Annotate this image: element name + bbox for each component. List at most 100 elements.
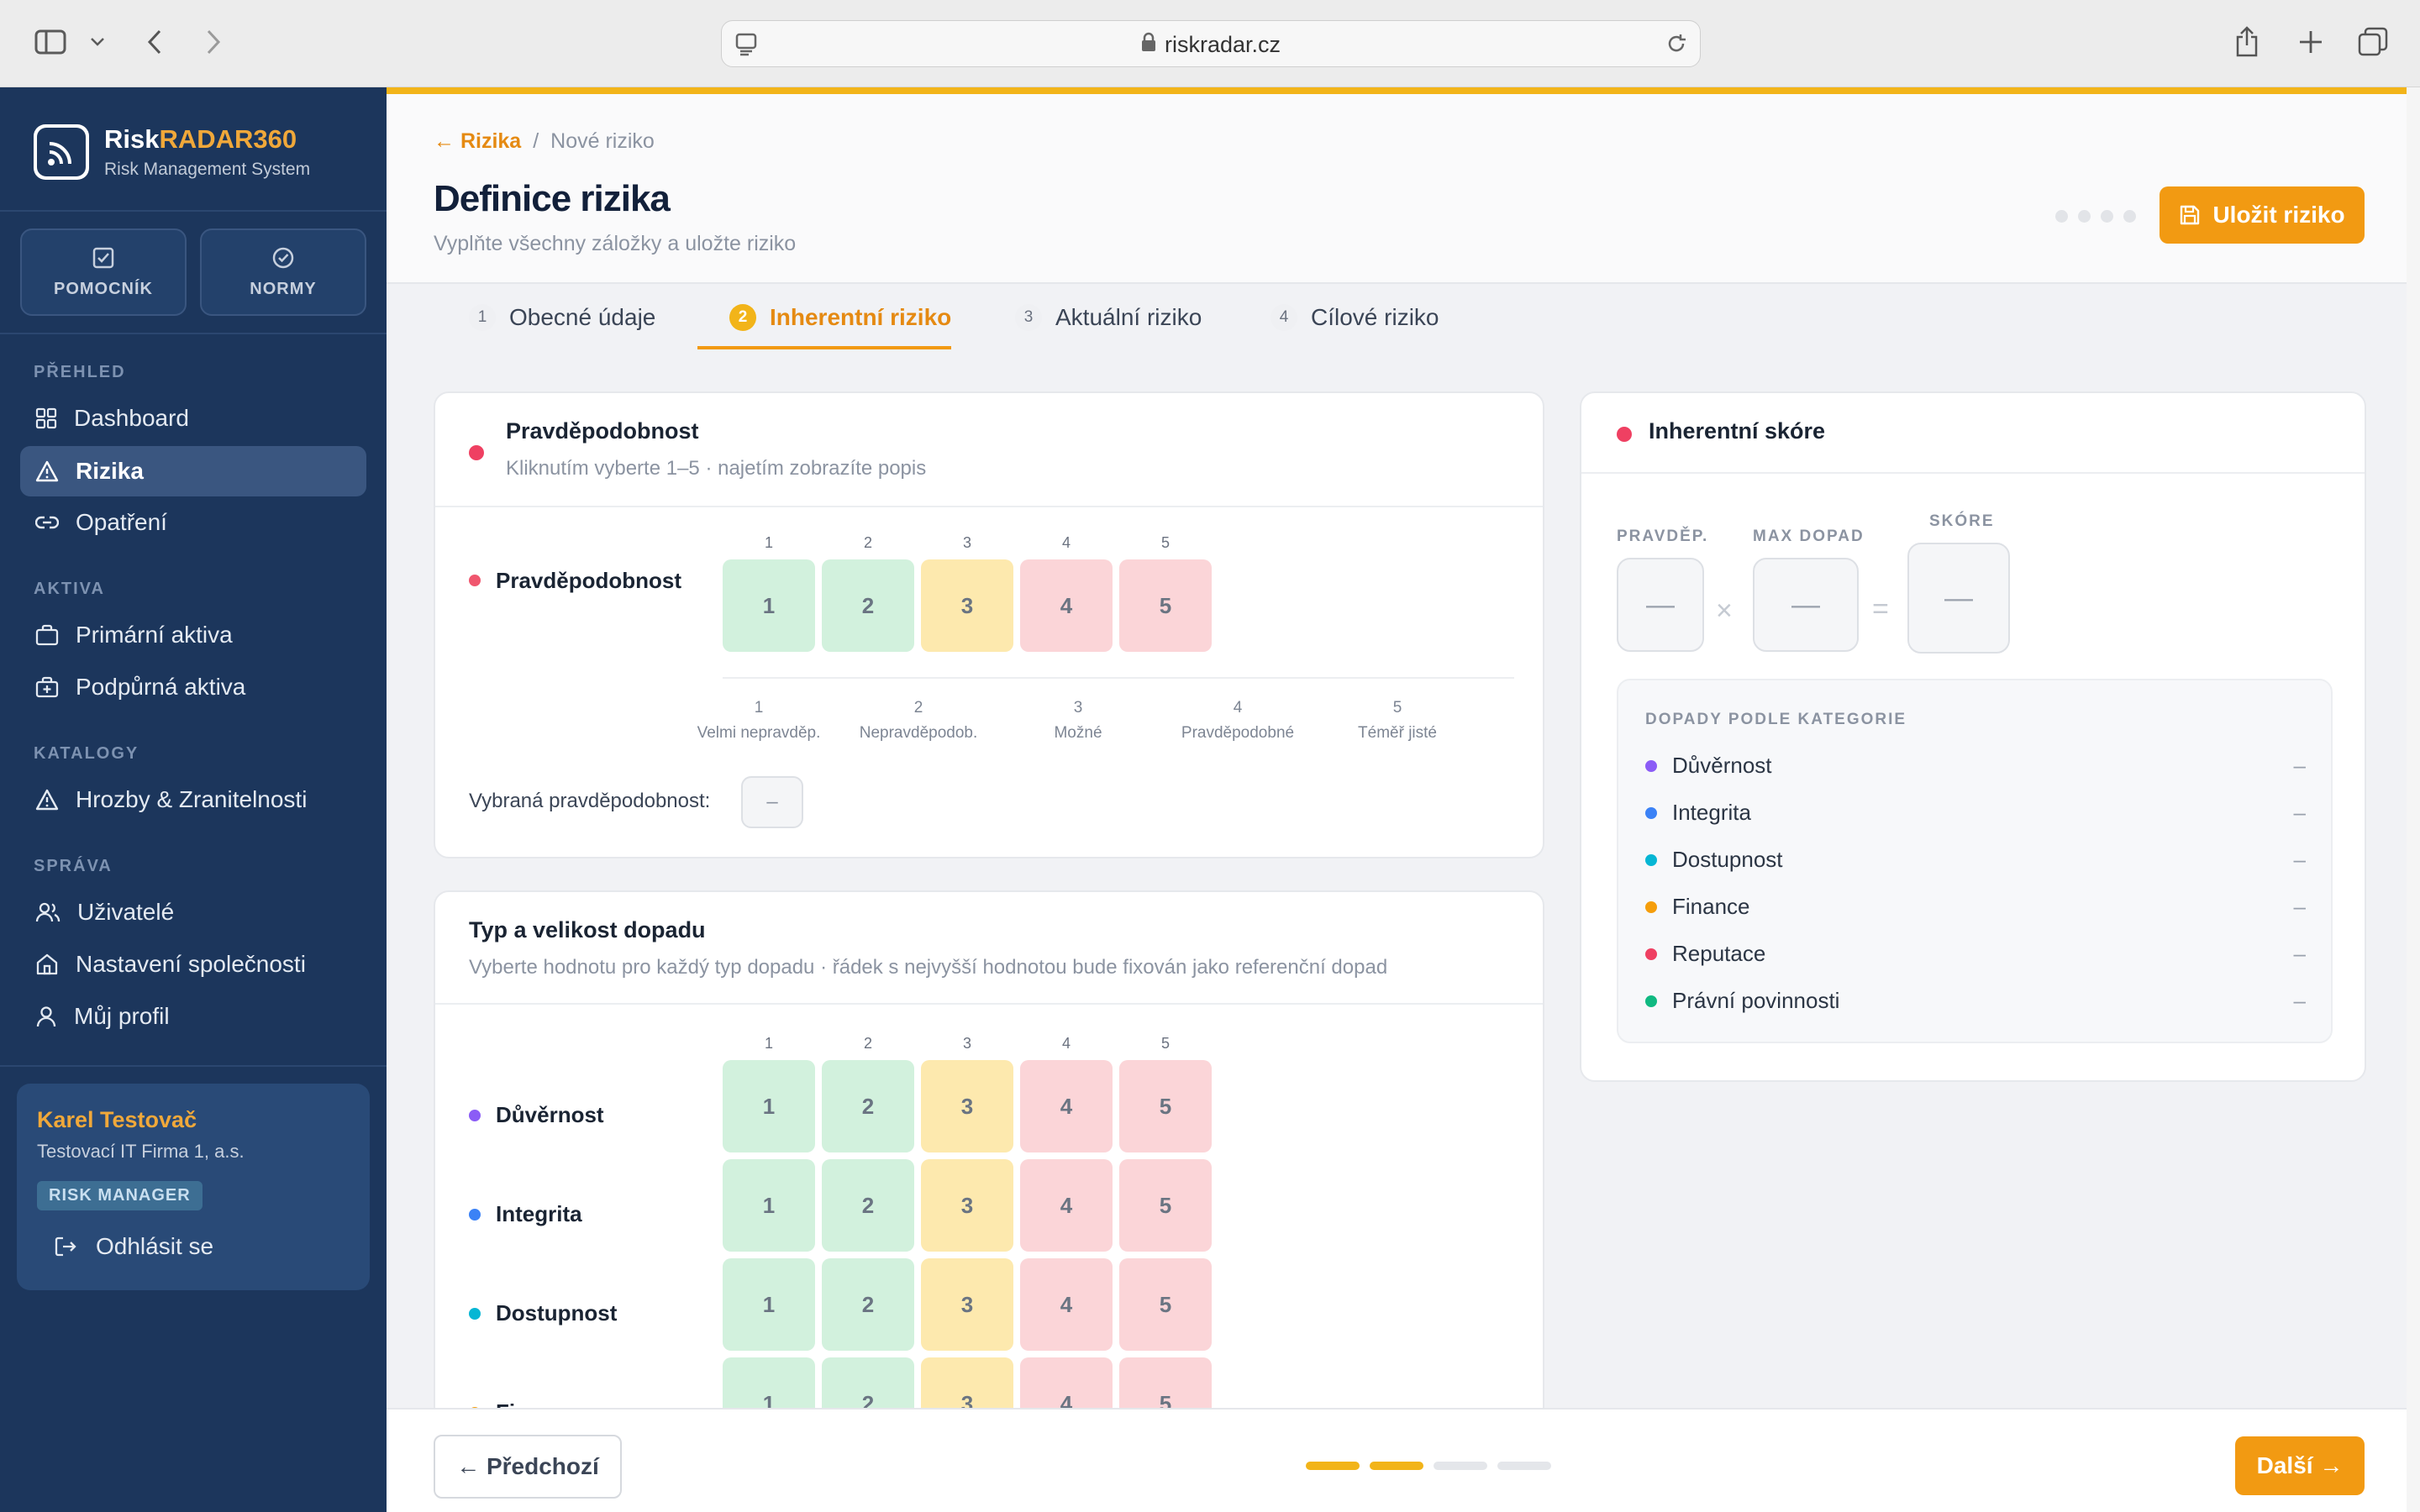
- impact-option[interactable]: 4: [1020, 1060, 1113, 1152]
- probability-subtitle: Kliknutím vyberte 1–5 · najetím zobrazít…: [506, 457, 927, 480]
- sidebar-item-label: Rizika: [76, 458, 144, 484]
- impact-option[interactable]: 4: [1020, 1258, 1113, 1351]
- logout-button[interactable]: Odhlásit se: [54, 1233, 213, 1260]
- impact-option[interactable]: 3: [921, 1258, 1013, 1351]
- probability-value: —: [1617, 558, 1704, 652]
- url-text: riskradar.cz: [1164, 31, 1281, 57]
- next-button[interactable]: Další →: [2235, 1436, 2365, 1495]
- probability-option-5[interactable]: 5: [1119, 559, 1212, 652]
- impact-option[interactable]: 2: [822, 1258, 914, 1351]
- tab-inherent-risk[interactable]: 2 Inherentní riziko: [729, 282, 951, 353]
- probability-option-3[interactable]: 3: [921, 559, 1013, 652]
- sidebar-item-label: Podpůrná aktiva: [76, 674, 246, 700]
- tab-label: Cílové riziko: [1311, 304, 1439, 330]
- helper-label: POMOCNÍK: [54, 279, 153, 298]
- sidebar-item-users[interactable]: Uživatelé: [20, 887, 366, 937]
- probability-option-1[interactable]: 1: [723, 559, 815, 652]
- chevron-down-icon[interactable]: [87, 32, 108, 52]
- logout-icon: [55, 1236, 76, 1257]
- check-circle-icon: [272, 247, 294, 268]
- impact-option[interactable]: 5: [1119, 1159, 1212, 1252]
- forward-icon[interactable]: [198, 25, 229, 59]
- helper-button[interactable]: POMOCNÍK: [20, 228, 187, 316]
- reload-icon[interactable]: [1665, 32, 1688, 60]
- sidebar-item-my-profile[interactable]: Můj profil: [20, 991, 366, 1042]
- users-icon: [35, 902, 60, 922]
- times-sign: ×: [1716, 595, 1733, 627]
- selected-probability-label: Vybraná pravděpodobnost:: [469, 790, 711, 812]
- user-icon: [36, 1006, 56, 1027]
- check-square-icon: [92, 247, 114, 268]
- sidebar-item-label: Opatření: [76, 509, 167, 535]
- status-dot: [469, 445, 484, 460]
- scrollbar[interactable]: [2407, 87, 2420, 1512]
- radar-logo-icon: [34, 124, 89, 180]
- section-assets: AKTIVA: [34, 580, 105, 598]
- user-name: Karel Testovač: [37, 1107, 197, 1132]
- scale-item: 1 Velmi nepravděp.: [697, 699, 821, 742]
- sidebar-item-threats[interactable]: Hrozby & Zranitelnosti: [20, 774, 366, 825]
- share-icon[interactable]: [2230, 24, 2264, 60]
- impact-option[interactable]: 2: [822, 1159, 914, 1252]
- max-impact-value: —: [1753, 558, 1859, 652]
- scale-item: 5 Téměř jisté: [1358, 699, 1437, 742]
- home-icon: [36, 953, 58, 975]
- column-number: 5: [1160, 1035, 1170, 1052]
- column-number: 2: [863, 534, 872, 551]
- card-header: Inherentní skóre: [1581, 393, 2365, 474]
- back-to-risks-link[interactable]: ← Rizika: [434, 129, 521, 154]
- impact-option[interactable]: 3: [921, 1159, 1013, 1252]
- sidebar-item-measures[interactable]: Opatření: [20, 497, 366, 548]
- sidebar-item-dashboard[interactable]: Dashboard: [20, 393, 366, 444]
- impact-option[interactable]: 3: [921, 1060, 1013, 1152]
- selected-probability-value: –: [741, 776, 803, 828]
- impact-option[interactable]: 1: [723, 1159, 815, 1252]
- impact-option[interactable]: 4: [1020, 1159, 1113, 1252]
- tab-general[interactable]: 1 Obecné údaje: [469, 282, 655, 353]
- tab-target-risk[interactable]: 4 Cílové riziko: [1270, 282, 1439, 353]
- sidebar-item-risks[interactable]: Rizika: [20, 446, 366, 496]
- address-bar[interactable]: riskradar.cz: [721, 20, 1701, 67]
- briefcase-icon: [35, 624, 59, 646]
- category-row: Integrita –: [1645, 800, 2306, 826]
- previous-button[interactable]: ← Předchozí: [434, 1435, 622, 1499]
- brand-name: RiskRADAR360: [104, 124, 297, 154]
- sidebar-toggle-icon[interactable]: [34, 25, 67, 59]
- status-dot: [1617, 427, 1632, 442]
- tab-bar: 1 Obecné údaje 2 Inherentní riziko 3 Aktuál…: [387, 282, 2407, 353]
- column-number: 2: [863, 1035, 872, 1052]
- max-impact-label: MAX DOPAD: [1753, 528, 1865, 545]
- impact-card: Typ a velikost dopadu Vyberte hodnotu pr…: [434, 890, 1544, 1428]
- tab-overview-icon[interactable]: [2356, 25, 2390, 59]
- brand[interactable]: RiskRADAR360 Risk Management System: [34, 124, 310, 180]
- section-admin: SPRÁVA: [34, 857, 113, 875]
- category-row: Finance –: [1645, 894, 2306, 920]
- logout-label: Odhlásit se: [96, 1233, 214, 1259]
- sidebar-item-label: Hrozby & Zranitelnosti: [76, 786, 308, 812]
- impact-option[interactable]: 5: [1119, 1258, 1212, 1351]
- impact-option[interactable]: 1: [723, 1060, 815, 1152]
- column-number: 1: [764, 1035, 773, 1052]
- divider: [0, 333, 387, 334]
- lock-icon: [1141, 32, 1156, 58]
- sidebar-item-support-assets[interactable]: Podpůrná aktiva: [20, 662, 366, 712]
- user-card: Karel Testovač Testovací IT Firma 1, a.s…: [17, 1084, 370, 1290]
- section-catalogs: KATALOGY: [34, 744, 139, 763]
- sidebar-item-company-settings[interactable]: Nastavení společnosti: [20, 939, 366, 990]
- probability-option-2[interactable]: 2: [822, 559, 914, 652]
- accent-bar: [387, 87, 2407, 94]
- tab-current-risk[interactable]: 3 Aktuální riziko: [1015, 282, 1202, 353]
- save-risk-button[interactable]: Uložit riziko: [2160, 186, 2365, 244]
- impact-option[interactable]: 1: [723, 1258, 815, 1351]
- score-title: Inherentní skóre: [1649, 418, 1826, 444]
- impact-option[interactable]: 5: [1119, 1060, 1212, 1152]
- norms-button[interactable]: NORMY: [200, 228, 366, 316]
- category-row: Reputace –: [1645, 941, 2306, 967]
- brand-subtitle: Risk Management System: [104, 160, 311, 179]
- back-icon[interactable]: [139, 25, 170, 59]
- probability-option-4[interactable]: 4: [1020, 559, 1113, 652]
- impact-option[interactable]: 2: [822, 1060, 914, 1152]
- sidebar-item-primary-assets[interactable]: Primární aktiva: [20, 610, 366, 660]
- new-tab-icon[interactable]: [2294, 25, 2328, 59]
- probability-title: Pravděpodobnost: [506, 418, 699, 444]
